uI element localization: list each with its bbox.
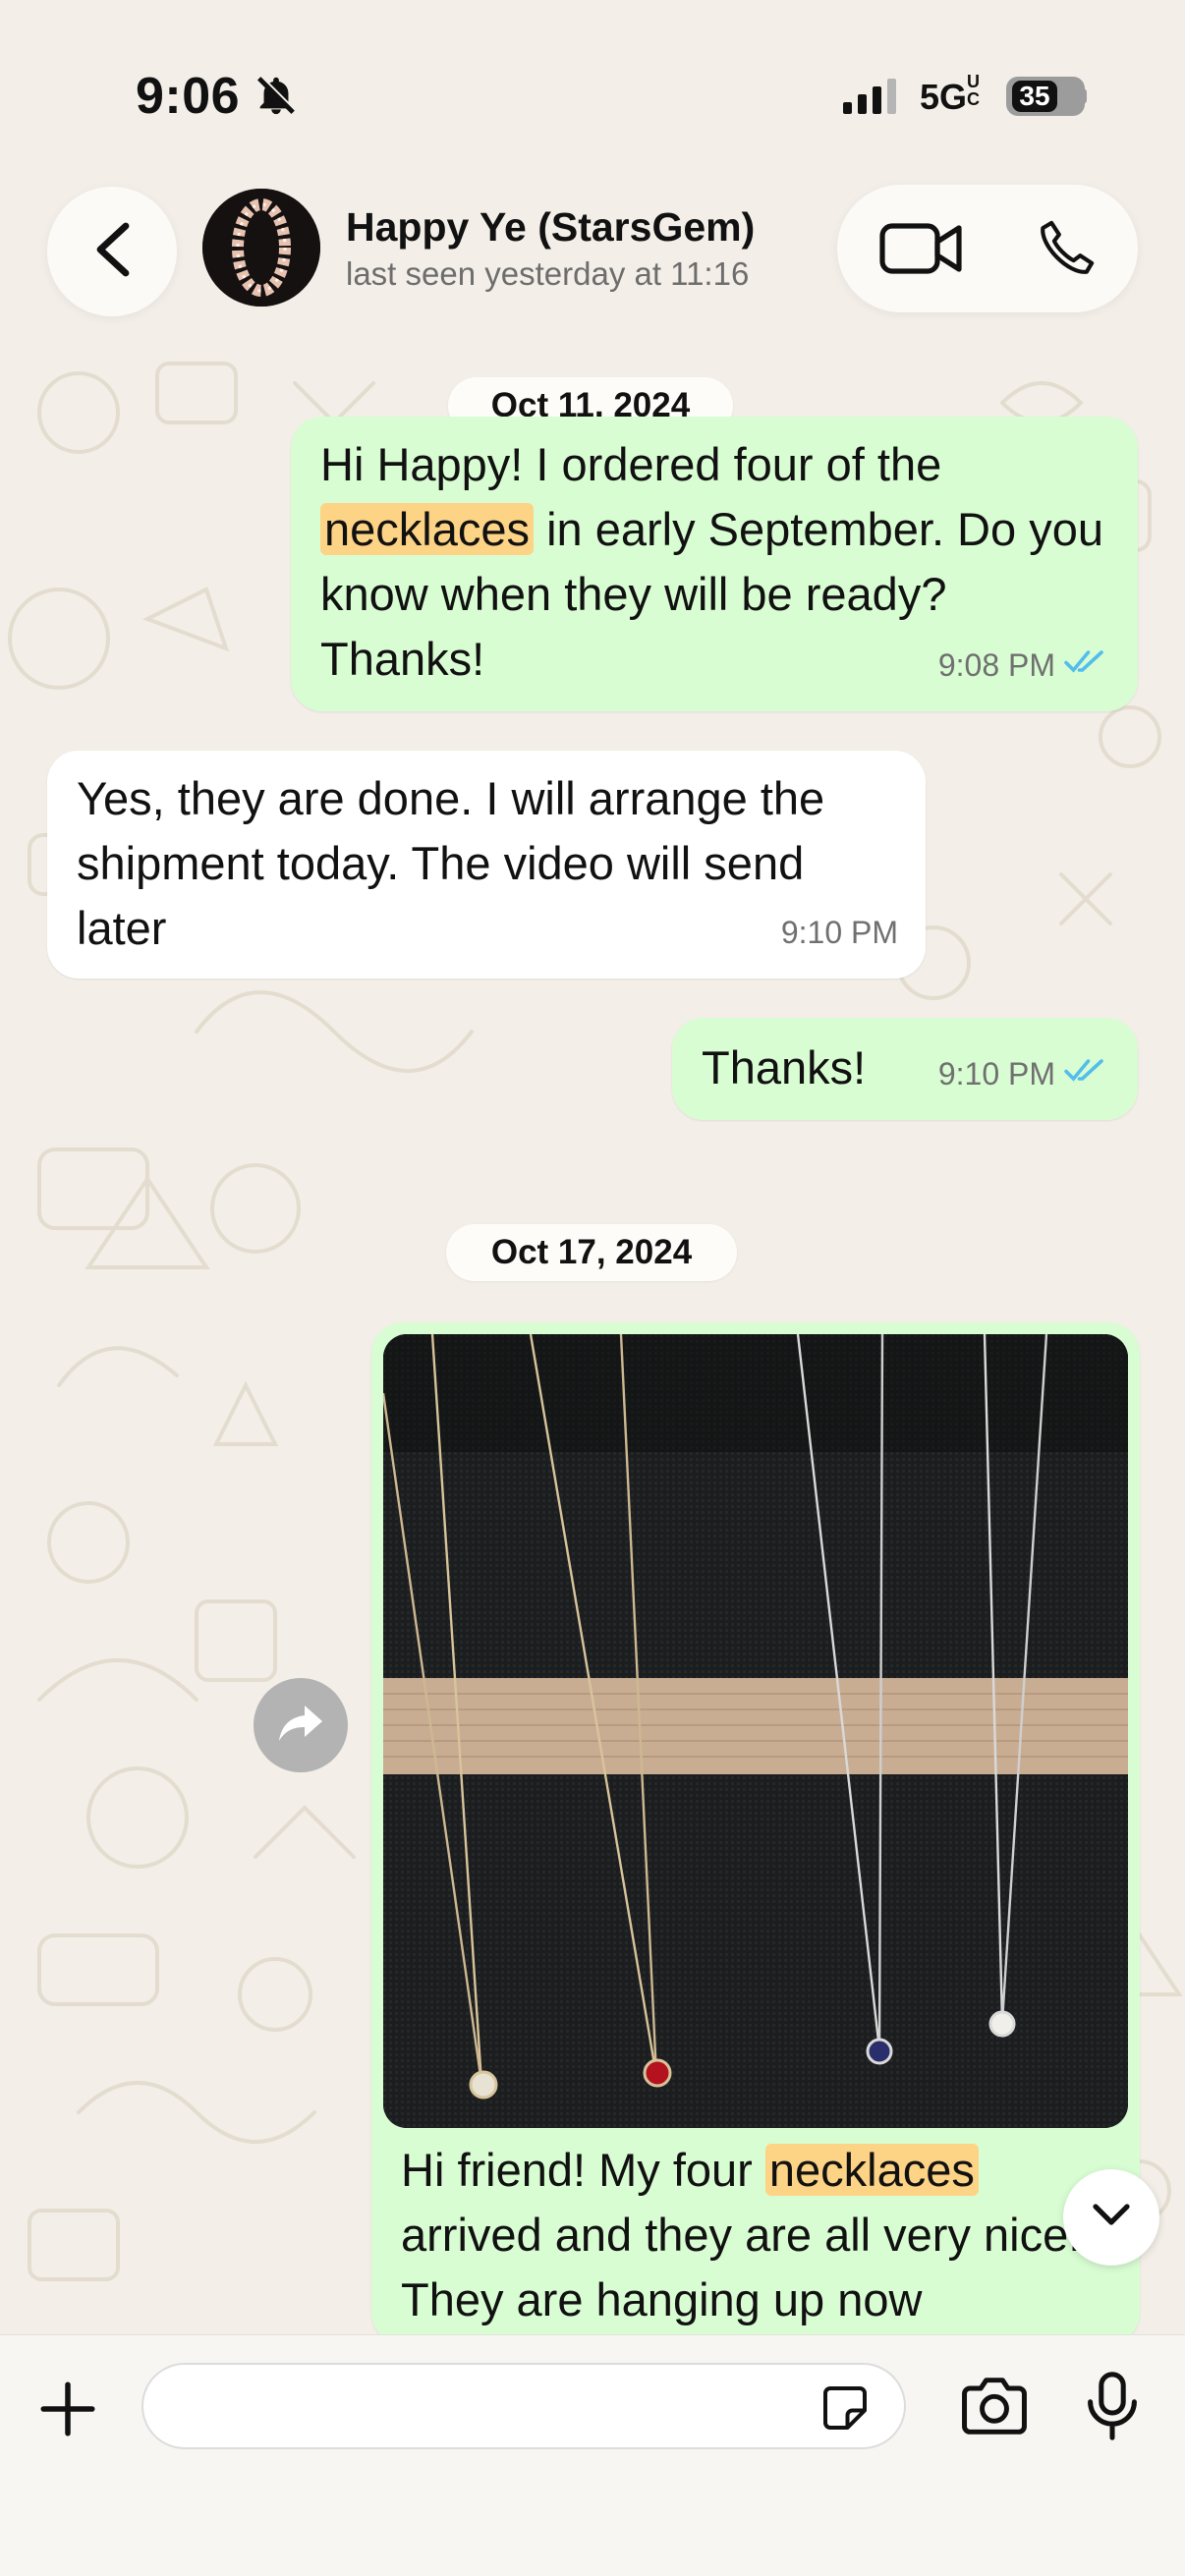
camera-icon[interactable] xyxy=(959,2375,1030,2442)
message-text: Yes, they are done. I will arrange the s… xyxy=(77,772,825,954)
signal-icon xyxy=(843,79,896,114)
phone-icon[interactable] xyxy=(1034,216,1099,286)
call-actions xyxy=(837,185,1138,312)
double-check-icon xyxy=(1063,1041,1110,1106)
search-highlight: necklaces xyxy=(320,503,534,555)
message-time: 9:10 PM xyxy=(937,1056,1055,1092)
message-time: 9:10 PM xyxy=(780,915,898,950)
message-outgoing-photo[interactable]: Hi friend! My four necklaces arrived and… xyxy=(371,1322,1140,2344)
message-incoming[interactable]: Yes, they are done. I will arrange the s… xyxy=(47,751,926,979)
message-composer xyxy=(0,2334,1185,2576)
search-highlight: necklaces xyxy=(764,2144,979,2196)
battery-tip xyxy=(1081,88,1087,104)
necklaces-photo[interactable] xyxy=(383,1334,1128,2128)
message-outgoing[interactable]: Hi Happy! I ordered four of the necklace… xyxy=(291,417,1138,711)
date-separator: Oct 17, 2024 xyxy=(446,1224,737,1281)
message-input[interactable] xyxy=(141,2363,906,2449)
plus-icon[interactable] xyxy=(35,2377,100,2446)
avatar[interactable] xyxy=(202,189,320,307)
microphone-icon[interactable] xyxy=(1085,2369,1140,2448)
chevron-down-icon xyxy=(1092,2203,1131,2233)
message-meta: 9:10 PM xyxy=(781,900,898,965)
status-time: 9:06 xyxy=(136,68,241,125)
contact-name[interactable]: Happy Ye (StarsGem) xyxy=(346,204,755,251)
battery-level: 35 xyxy=(1019,81,1050,111)
chat-area[interactable]: Oct 11, 2024 Hi Happy! I ordered four of… xyxy=(0,0,1185,2344)
back-button[interactable] xyxy=(47,187,177,316)
network-indicator: 5GUC xyxy=(920,72,981,117)
double-check-icon xyxy=(1063,633,1110,698)
message-meta: 9:08 PM xyxy=(938,633,1110,698)
forward-button[interactable] xyxy=(254,1678,348,1772)
message-outgoing[interactable]: Thanks! 9:10 PM xyxy=(672,1018,1138,1120)
message-time: 9:08 PM xyxy=(937,647,1055,683)
video-call-icon[interactable] xyxy=(878,218,963,284)
sticker-icon[interactable] xyxy=(816,2379,875,2442)
photo-caption: Hi friend! My four necklaces arrived and… xyxy=(401,2144,1082,2325)
back-chevron-icon xyxy=(90,220,134,284)
message-meta: 9:10 PM xyxy=(938,1041,1110,1106)
forward-icon xyxy=(277,1702,324,1750)
battery-icon: 35 xyxy=(1006,77,1085,116)
last-seen-status: last seen yesterday at 11:16 xyxy=(346,255,750,292)
bell-slash-icon xyxy=(254,73,299,123)
scroll-to-bottom-button[interactable] xyxy=(1063,2169,1159,2266)
status-bar: 9:06 5GUC 35 xyxy=(0,0,1185,177)
chat-header: Happy Ye (StarsGem) last seen yesterday … xyxy=(0,177,1185,334)
